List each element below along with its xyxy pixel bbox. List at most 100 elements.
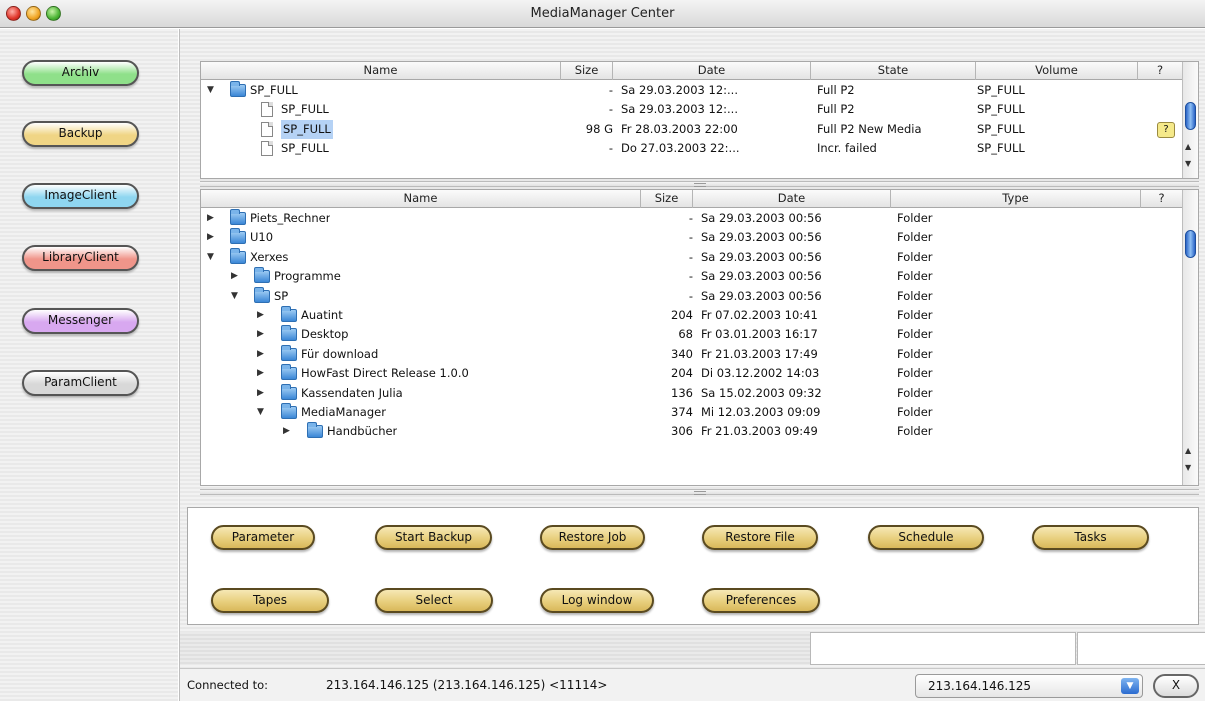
row-date: Fr 03.01.2003 16:17 [701,327,818,342]
row-date: Sa 29.03.2003 00:56 [701,288,822,303]
disconnect-button[interactable]: X [1153,674,1199,698]
table-row[interactable]: ▼ MediaManager 374 Mi 12.03.2003 09:09 F… [201,402,1183,422]
title-bar: MediaManager Center [0,0,1205,28]
imageclient-button[interactable]: ImageClient [22,183,139,209]
table-row[interactable]: ▶ Handbücher 306 Fr 21.03.2003 09:49 Fol… [201,422,1183,441]
disclosure-closed-icon[interactable]: ▶ [257,306,264,325]
messenger-button[interactable]: Messenger [22,308,139,334]
main-area: Name Size Date State Volume ? ▼ SP_FULL … [179,29,1205,701]
schedule-button[interactable]: Schedule [868,525,984,550]
column-help[interactable]: ? [1141,190,1183,208]
row-type: Folder [897,307,933,322]
column-help[interactable]: ? [1138,62,1183,80]
row-type: Folder [897,346,933,361]
action-panel: Parameter Start Backup Restore Job Resto… [187,507,1199,625]
column-name[interactable]: Name [201,62,561,80]
column-size[interactable]: Size [641,190,693,208]
host-select[interactable]: 213.164.146.125 ▼ [915,674,1143,698]
table-row[interactable]: SP_FULL - Do 27.03.2003 22:... Incr. fai… [201,139,1183,158]
row-size: 204 [671,366,693,381]
splitter-handle[interactable] [200,181,1199,187]
chevron-down-icon[interactable]: ▼ [1121,678,1139,694]
row-size: 374 [671,404,693,419]
tapes-button[interactable]: Tapes [211,588,329,613]
column-name[interactable]: Name [201,190,641,208]
table-row[interactable]: ▼ SP_FULL - Sa 29.03.2003 12:... Full P2… [201,81,1183,100]
disclosure-closed-icon[interactable]: ▶ [283,422,290,441]
table-row[interactable]: ▶ Auatint 204 Fr 07.02.2003 10:41 Folder [201,305,1183,325]
folder-icon [281,305,297,322]
row-name: Für download [301,346,379,361]
folder-icon [230,209,246,225]
table-row[interactable]: ▶ HowFast Direct Release 1.0.0 204 Di 03… [201,364,1183,383]
archiv-button[interactable]: Archiv [22,60,139,86]
restore-file-button[interactable]: Restore File [702,525,818,550]
restore-job-button[interactable]: Restore Job [540,525,645,550]
libraryclient-button[interactable]: LibraryClient [22,245,139,271]
table-row[interactable]: ▶ Programme - Sa 29.03.2003 00:56 Folder [201,267,1183,286]
row-size: - [688,249,693,264]
column-date[interactable]: Date [693,190,891,208]
log-window-button[interactable]: Log window [540,588,654,613]
scroll-up-arrow-icon[interactable]: ▲ [1185,446,1191,455]
start-backup-button[interactable]: Start Backup [375,525,492,550]
column-date[interactable]: Date [613,62,811,80]
folder-icon [281,344,297,361]
disclosure-open-icon[interactable]: ▼ [207,248,214,267]
row-size: 204 [671,307,693,322]
file-scrollbar[interactable]: ▲ ▼ [1182,190,1198,485]
scroll-down-arrow-icon[interactable]: ▼ [1185,159,1191,168]
scroll-up-arrow-icon[interactable]: ▲ [1185,142,1191,151]
help-badge[interactable]: ? [1157,121,1175,138]
splitter-handle[interactable] [200,489,1199,495]
row-size: - [688,288,693,303]
row-date: Di 03.12.2002 14:03 [701,366,820,381]
folder-icon [281,325,297,342]
column-size[interactable]: Size [561,62,613,80]
paramclient-button[interactable]: ParamClient [22,370,139,396]
scroll-down-arrow-icon[interactable]: ▼ [1185,463,1191,472]
parameter-button[interactable]: Parameter [211,525,315,550]
column-volume[interactable]: Volume [976,62,1138,80]
disclosure-open-icon[interactable]: ▼ [231,287,238,306]
row-type: Folder [897,230,933,245]
scroll-thumb[interactable] [1185,102,1196,130]
row-name: SP_FULL [281,102,329,117]
table-row-selected[interactable]: SP_FULL 98 G Fr 28.03.2003 22:00 Full P2… [201,119,1183,139]
scroll-thumb[interactable] [1185,230,1196,258]
table-row[interactable]: ▶ Piets_Rechner - Sa 29.03.2003 00:56 Fo… [201,209,1183,228]
table-row[interactable]: ▼ Xerxes - Sa 29.03.2003 00:56 Folder [201,247,1183,267]
disclosure-closed-icon[interactable]: ▶ [257,364,264,383]
disclosure-closed-icon[interactable]: ▶ [257,325,264,344]
table-row[interactable]: SP_FULL - Sa 29.03.2003 12:... Full P2 S… [201,100,1183,119]
row-name: Desktop [301,327,349,342]
column-state[interactable]: State [811,62,976,80]
preferences-button[interactable]: Preferences [702,588,820,613]
row-size: 136 [671,385,693,400]
tasks-button[interactable]: Tasks [1032,525,1149,550]
table-row[interactable]: ▶ Für download 340 Fr 21.03.2003 17:49 F… [201,344,1183,364]
row-state: Incr. failed [817,141,877,156]
row-volume: SP_FULL [977,141,1025,156]
column-type[interactable]: Type [891,190,1141,208]
table-row[interactable]: ▶ U10 - Sa 29.03.2003 00:56 Folder [201,228,1183,247]
folder-icon [254,286,270,303]
disclosure-closed-icon[interactable]: ▶ [207,209,214,228]
document-icon [261,121,273,137]
disclosure-closed-icon[interactable]: ▶ [257,384,264,403]
disclosure-closed-icon[interactable]: ▶ [257,345,264,364]
table-row[interactable]: ▼ SP - Sa 29.03.2003 00:56 Folder [201,286,1183,306]
disclosure-open-icon[interactable]: ▼ [257,403,264,422]
table-row[interactable]: ▶ Kassendaten Julia 136 Sa 15.02.2003 09… [201,383,1183,403]
archive-scrollbar[interactable]: ▲ ▼ [1182,62,1198,178]
row-name: Programme [274,269,341,284]
select-button[interactable]: Select [375,588,493,613]
row-date: Fr 28.03.2003 22:00 [621,121,738,136]
disclosure-closed-icon[interactable]: ▶ [207,228,214,247]
disclosure-open-icon[interactable]: ▼ [207,81,214,100]
table-row[interactable]: ▶ Desktop 68 Fr 03.01.2003 16:17 Folder [201,325,1183,344]
disclosure-closed-icon[interactable]: ▶ [231,267,238,286]
host-select-value: 213.164.146.125 [928,679,1032,693]
archive-table-header: Name Size Date State Volume ? [201,62,1183,80]
backup-button[interactable]: Backup [22,121,139,147]
